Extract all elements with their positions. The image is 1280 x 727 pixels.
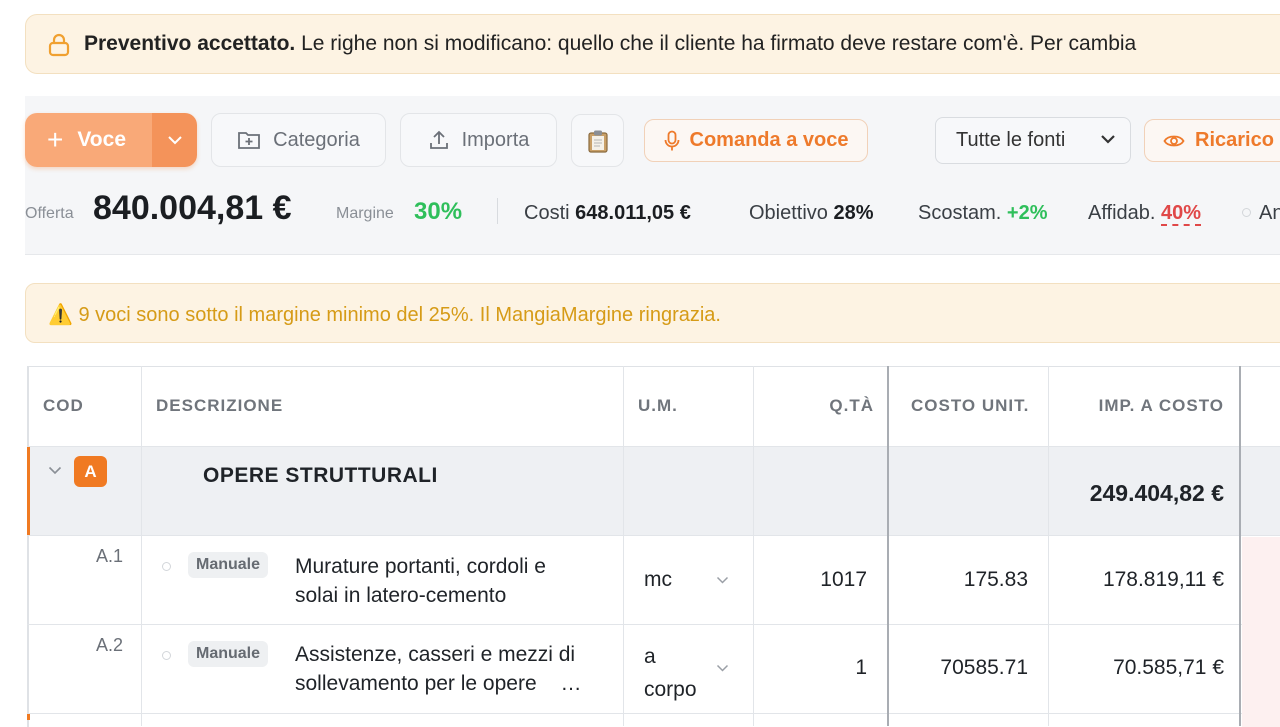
row-divider (27, 624, 1280, 625)
folder-plus-icon (238, 132, 261, 149)
margin-warning-banner: ⚠️ 9 voci sono sotto il margine minimo d… (25, 283, 1280, 343)
ricarico-label: Ricarico (1195, 129, 1274, 151)
group-title: OPERE STRUTTURALI (203, 464, 438, 487)
row-description-line-2: solai in latero-cemento (295, 584, 507, 607)
clipboard-button[interactable] (571, 114, 624, 167)
costs-value: 648.011,05 € (575, 202, 691, 224)
row-um[interactable]: mc (644, 568, 672, 592)
deviation-value: +2% (1006, 202, 1048, 224)
stats-divider (497, 198, 498, 224)
reliability-stat[interactable]: Affidab. 40% (1088, 202, 1202, 226)
status-dot (1242, 208, 1251, 217)
row-um[interactable]: a corpo (644, 640, 697, 706)
row-um-line-1: a (644, 645, 656, 668)
costs-stat: Costi 648.011,05 € (524, 202, 691, 225)
row-description-line-1: Murature portanti, cordoli e (295, 555, 546, 578)
margin-highlight-column (1242, 537, 1280, 727)
upload-icon (429, 130, 448, 149)
clipboard-icon (587, 130, 608, 153)
margin-label: Margine (336, 205, 394, 222)
row-description-line-2-text: sollevamento per le opere (295, 672, 537, 695)
next-group-accent-bar (27, 714, 30, 720)
truncated-stat-label: An (1259, 202, 1280, 224)
col-header-um[interactable]: U.M. (638, 366, 678, 446)
deviation-label: Scostam. (918, 202, 1002, 224)
chevron-down-icon (167, 136, 182, 145)
row-unit-cost[interactable]: 70585.71 (889, 656, 1028, 680)
eye-icon (1163, 135, 1185, 146)
row-um-line-2: corpo (644, 678, 697, 701)
banner-message: Le righe non si modificano: quello che i… (301, 32, 1137, 55)
import-button[interactable]: Importa (400, 113, 557, 167)
col-header-cod[interactable]: COD (43, 366, 84, 446)
row-description-ellipsis: … (560, 672, 582, 695)
target-value: 28% (833, 202, 874, 224)
reliability-value[interactable]: 40% (1161, 202, 1202, 226)
row-status-dot[interactable] (162, 651, 171, 660)
col-divider (1048, 366, 1049, 726)
add-voce-label: Voce (77, 128, 126, 151)
source-tag: Manuale (188, 552, 269, 578)
source-select-value: Tutte le fonti (956, 129, 1066, 151)
row-qty[interactable]: 1017 (754, 568, 867, 592)
col-divider-strong (1239, 366, 1241, 726)
banner-title: Preventivo accettato. (84, 32, 296, 55)
import-label: Importa (461, 128, 530, 151)
chevron-down-icon[interactable] (716, 664, 729, 672)
offer-label: Offerta (25, 205, 74, 222)
plus-icon: + (47, 124, 64, 155)
costs-label: Costi (524, 202, 570, 224)
source-tag: Manuale (188, 641, 269, 667)
row-divider (27, 713, 1280, 714)
row-description[interactable]: Murature portanti, cordoli e solai in la… (295, 552, 546, 610)
source-select[interactable]: Tutte le fonti (935, 117, 1131, 164)
row-qty[interactable]: 1 (754, 656, 867, 680)
add-voce-button[interactable]: + Voce (25, 113, 197, 167)
row-total-cost: 70.585,71 € (1113, 656, 1224, 679)
col-divider (623, 366, 624, 726)
col-divider (141, 366, 142, 726)
col-header-qta[interactable]: Q.TÀ (754, 366, 874, 446)
accepted-quote-banner: Preventivo accettato. Le righe non si mo… (25, 14, 1280, 74)
row-code: A.2 (96, 635, 124, 655)
voice-command-label: Comanda a voce (689, 129, 849, 151)
warning-message: 9 voci sono sotto il margine minimo del … (78, 304, 721, 326)
warning-icon: ⚠️ (48, 304, 73, 326)
add-category-button[interactable]: Categoria (211, 113, 386, 167)
target-label: Obiettivo (749, 202, 828, 224)
row-code: A.1 (96, 546, 124, 566)
chevron-down-icon (1101, 135, 1115, 144)
add-category-label: Categoria (273, 128, 360, 151)
group-code-badge: A (74, 456, 107, 487)
chevron-down-icon[interactable] (48, 466, 62, 475)
add-voce-main[interactable]: + Voce (25, 113, 152, 167)
target-stat: Obiettivo 28% (749, 202, 874, 225)
margin-value: 30% (414, 198, 463, 225)
col-header-costo-unit[interactable]: COSTO UNIT. (911, 366, 1029, 446)
col-header-descrizione[interactable]: DESCRIZIONE (156, 366, 283, 446)
lock-icon (48, 33, 70, 57)
add-voce-dropdown[interactable] (152, 113, 197, 167)
row-description-line-2: sollevamento per le opere … (295, 669, 582, 698)
row-divider (27, 535, 1280, 536)
reliability-label: Affidab. (1088, 202, 1156, 224)
row-description-line-1: Assistenze, casseri e mezzi di (295, 643, 576, 666)
row-unit-cost[interactable]: 175.83 (889, 568, 1028, 592)
row-status-dot[interactable] (162, 562, 171, 571)
group-total: 249.404,82 € (1089, 480, 1224, 506)
col-header-imp-costo[interactable]: IMP. A COSTO (1050, 366, 1224, 446)
deviation-stat: Scostam. +2% (918, 202, 1048, 225)
ricarico-toggle-button[interactable]: Ricarico (1144, 119, 1280, 162)
microphone-icon (664, 130, 679, 150)
offer-value: 840.004,81 € (93, 189, 292, 227)
group-accent-bar (27, 447, 30, 535)
row-total-cost: 178.819,11 € (1102, 568, 1224, 591)
row-description[interactable]: Assistenze, casseri e mezzi di sollevame… (295, 640, 582, 698)
voice-command-button[interactable]: Comanda a voce (644, 119, 868, 162)
chevron-down-icon[interactable] (716, 576, 729, 584)
